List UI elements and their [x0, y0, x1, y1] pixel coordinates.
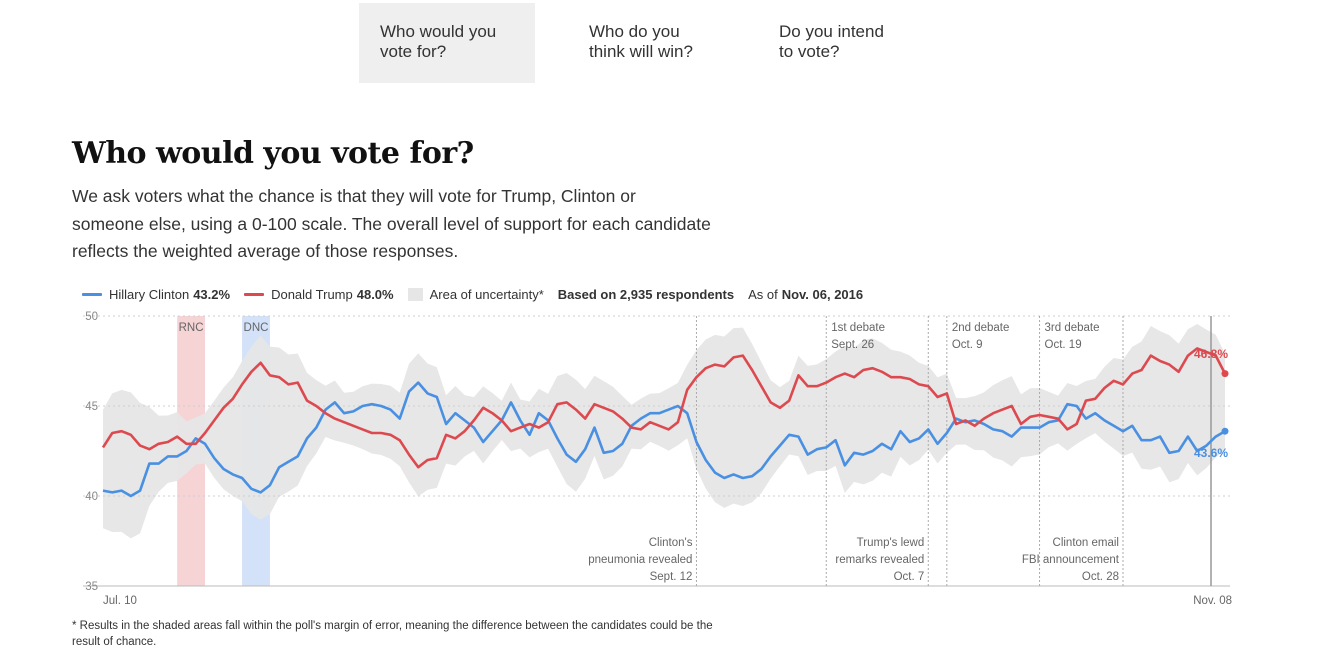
- event-label-1-1: Sept. 26: [831, 339, 874, 351]
- event-label-2-1: remarks revealed: [835, 554, 924, 566]
- trump-end-label: 46.8%: [1194, 347, 1228, 361]
- y-tick-40: 40: [85, 491, 98, 503]
- event-label-2-2: Oct. 7: [894, 571, 925, 583]
- y-tick-45: 45: [85, 401, 98, 413]
- event-label-0-1: pneumonia revealed: [588, 554, 692, 566]
- event-label-2-0: Trump's lewd: [857, 537, 925, 549]
- convention-label-dnc: DNC: [244, 322, 269, 334]
- event-label-0-0: Clinton's: [649, 537, 693, 549]
- event-label-0-2: Sept. 12: [650, 571, 693, 583]
- clinton-end-label: 43.6%: [1194, 446, 1228, 460]
- trump-end-dot: [1221, 370, 1229, 378]
- event-label-5-0: Clinton email: [1053, 537, 1119, 549]
- x-label-end: Nov. 08: [1193, 595, 1232, 607]
- event-label-5-1: FBI announcement: [1022, 554, 1120, 566]
- convention-label-rnc: RNC: [179, 322, 204, 334]
- event-label-5-2: Oct. 28: [1082, 571, 1119, 583]
- footnote: * Results in the shaded areas fall withi…: [72, 620, 713, 648]
- event-label-4-1: Oct. 19: [1045, 339, 1082, 351]
- y-tick-50: 50: [85, 311, 98, 323]
- event-label-1-0: 1st debate: [831, 322, 885, 334]
- event-label-3-1: Oct. 9: [952, 339, 983, 351]
- x-label-start: Jul. 10: [103, 595, 137, 607]
- y-tick-35: 35: [85, 581, 98, 593]
- clinton-end-dot: [1221, 427, 1229, 435]
- event-label-4-0: 3rd debate: [1045, 322, 1100, 334]
- uncertainty-band: [103, 324, 1225, 539]
- event-label-3-0: 2nd debate: [952, 322, 1010, 334]
- poll-chart: RNC DNC 35 40 45 50 Clinton's pneumonia reveale…: [83, 311, 1232, 607]
